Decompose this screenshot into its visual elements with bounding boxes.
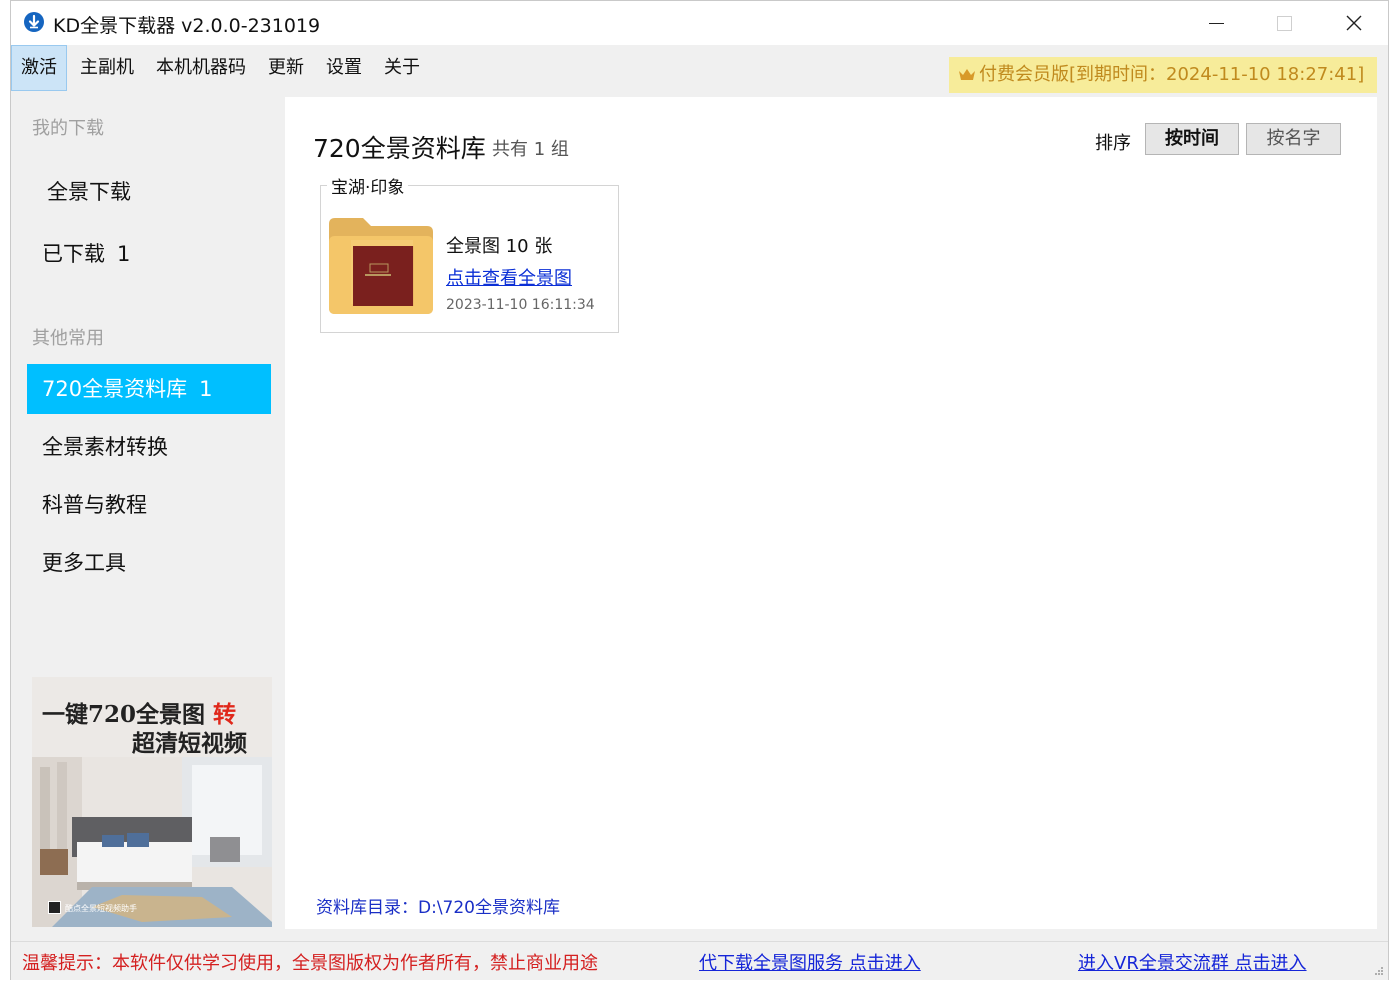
sort-by-name-button[interactable]: 按名字 [1246,123,1341,155]
group-count: 共有 1 组 [492,139,569,160]
vip-status-banner: 付费会员版[到期时间：2024-11-10 18:27:41] [949,57,1377,93]
menu-settings[interactable]: 设置 [326,45,362,91]
pano-group-card: 宝湖·印象 全景图 10 张 点击查看全景图 2023-11-10 16:11:… [320,173,619,333]
sort-by-time-button[interactable]: 按时间 [1145,123,1239,155]
window-title: KD全景下载器 v2.0.0-231019 [53,15,321,37]
promo-subheadline: 超清短视频 [132,730,247,757]
group-timestamp: 2023-11-10 16:11:34 [446,297,595,313]
maximize-button[interactable] [1249,1,1319,45]
group-title: 宝湖·印象 [327,173,409,198]
download-app-icon [24,12,44,32]
menu-machine-code[interactable]: 本机机器码 [156,45,246,91]
sidebar-item-720-library[interactable]: 720全景资料库 1 [27,364,271,414]
sidebar-item-label: 科普与教程 [42,493,147,517]
brand-logo-icon [48,901,61,914]
menu-about[interactable]: 关于 [384,45,420,91]
title-bar: KD全景下载器 v2.0.0-231019 [11,1,1388,45]
promo-banner[interactable]: 一键720全景图 转 超清短视频 酷点全景短视频助手 [32,677,272,927]
minimize-button[interactable] [1181,1,1251,45]
pano-count: 全景图 10 张 [446,236,553,257]
main-content: 720全景资料库 共有 1 组 排序 按时间 按名字 宝湖·印象 全景图 10 … [285,97,1377,929]
sidebar-item-label: 更多工具 [42,551,126,575]
section-others: 其他常用 [32,328,104,349]
view-pano-link[interactable]: 点击查看全景图 [446,264,572,290]
sidebar-item-more-tools[interactable]: 更多工具 [27,538,271,588]
status-bar: 温馨提示：本软件仅供学习使用，全景图版权为作者所有，禁止商业用途 代下载全景图服… [11,941,1388,980]
close-button[interactable] [1319,1,1389,45]
sidebar-item-pano-download[interactable]: 全景下载 [27,167,271,217]
vip-expiry-text: 付费会员版[到期时间：2024-11-10 18:27:41] [979,64,1365,85]
sidebar-item-tutorials[interactable]: 科普与教程 [27,480,271,530]
menu-primary-secondary[interactable]: 主副机 [80,45,134,91]
download-service-link[interactable]: 代下载全景图服务 点击进入 [699,949,921,975]
crown-icon [959,69,975,80]
sidebar-item-label: 全景下载 [47,180,131,204]
sidebar-item-count: 1 [117,242,131,266]
sidebar-item-count: 1 [199,377,213,401]
promo-brand-text: 酷点全景短视频助手 [65,904,137,913]
menu-activate[interactable]: 激活 [11,45,67,91]
sidebar: 我的下载 全景下载 已下载 1 其他常用 720全景资料库 1 全景素材转换 科普与… [11,97,285,939]
sidebar-item-material-convert[interactable]: 全景素材转换 [27,422,271,472]
sidebar-item-label: 已下载 [42,242,105,266]
library-path-link[interactable]: 资料库目录：D:\720全景资料库 [316,893,560,918]
menu-bar: 激活 主副机 本机机器码 更新 设置 关于 付费会员版[到期时间：2024-11… [11,45,1388,95]
vr-group-link[interactable]: 进入VR全景交流群 点击进入 [1078,949,1307,975]
sidebar-item-label: 全景素材转换 [42,435,168,459]
bedroom-promo-image [32,757,272,927]
close-icon [1346,15,1362,31]
section-my-downloads: 我的下载 [32,118,104,139]
resize-grip-icon[interactable] [1374,966,1384,976]
menu-update[interactable]: 更新 [268,45,304,91]
app-window: KD全景下载器 v2.0.0-231019 激活 主副机 本机机器码 更新 设置… [10,0,1389,980]
sidebar-item-label: 720全景资料库 [42,377,188,401]
page-title: 720全景资料库 [313,134,486,163]
sidebar-item-downloaded[interactable]: 已下载 1 [27,229,271,279]
folder-icon[interactable] [327,216,435,316]
sort-label: 排序 [1095,133,1131,154]
notice-text: 温馨提示：本软件仅供学习使用，全景图版权为作者所有，禁止商业用途 [22,953,598,974]
